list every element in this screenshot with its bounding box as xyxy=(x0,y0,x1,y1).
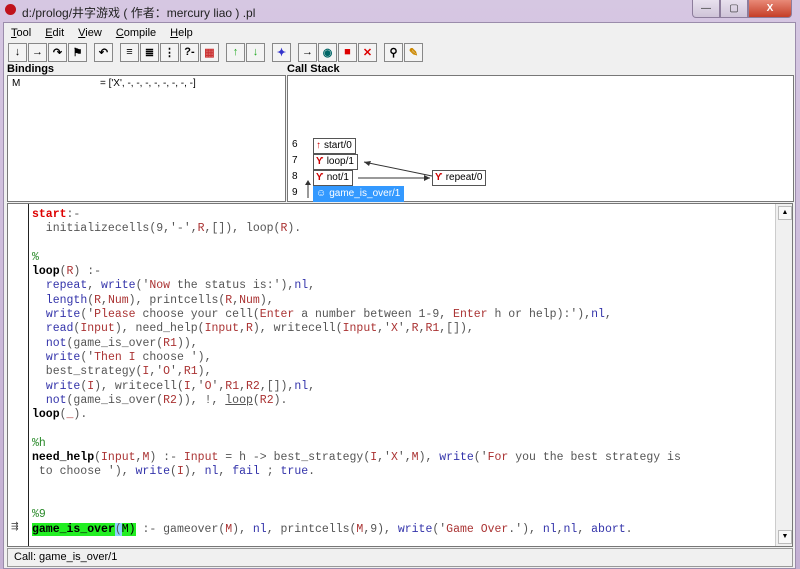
bindings-label: Bindings xyxy=(7,63,55,75)
binding-value: = ['X', -, -, -, -, -, -, -, -] xyxy=(100,78,196,89)
code-line: write('Please choose your cell(Enter a n… xyxy=(45,308,612,322)
down-stack-button[interactable]: ↓ xyxy=(246,42,265,62)
skip-icon: → xyxy=(32,46,43,58)
arrow-repeat-to-loop xyxy=(363,161,433,177)
query-icon: ?- xyxy=(184,46,195,58)
stop-icon: ■ xyxy=(344,46,351,58)
up-stack-icon: ↑ xyxy=(232,46,239,58)
step-over-icon: ⋮ xyxy=(164,46,175,59)
callstack-pane[interactable]: 6 7 8 9 ↑ start/0 Ƴ loop/1 Ƴ not/1 ☺ gam… xyxy=(287,75,794,202)
retry-icon: ↶ xyxy=(98,46,109,59)
menu-bar: Tool Edit View Compile Help xyxy=(4,25,200,41)
code-line: initializecells(9,'-',R,[]), loop(R). xyxy=(32,222,302,236)
step-out-button[interactable]: ≣ xyxy=(140,42,159,62)
edit-icon: ✎ xyxy=(408,46,419,59)
step-in-button[interactable]: ≡ xyxy=(120,42,139,62)
code-line: repeat, write('Now the status is:'),nl, xyxy=(45,279,316,293)
spy-icon: ✦ xyxy=(276,46,287,59)
retry-button[interactable]: ↶ xyxy=(94,42,113,62)
toolbar: ↓ → ↷ ⚑ ↶ ≡ ≣ ⋮ ?- ▦ ↑ ↓ ✦ → ◉ ■ ✕ ⚲ ✎ xyxy=(8,42,424,62)
editor-gutter: ⇶ xyxy=(8,204,29,546)
code-line: not(game_is_over(R2)), !, loop(R2). xyxy=(45,393,288,407)
code-line: loop(R) :- xyxy=(32,265,102,279)
code-line: %9 xyxy=(32,508,46,522)
edit-button[interactable]: ✎ xyxy=(404,42,423,62)
step-in-icon: ≡ xyxy=(126,46,133,58)
down-stack-icon: ↓ xyxy=(252,46,259,58)
callstack-label: Call Stack xyxy=(287,63,340,75)
code-line: start:- xyxy=(32,208,81,221)
nodebug-button[interactable]: ✕ xyxy=(358,42,377,62)
step-over-button[interactable]: ⋮ xyxy=(160,42,179,62)
nodebug-icon: ✕ xyxy=(362,46,373,59)
client-area: Tool Edit View Compile Help ↓ → ↷ ⚑ ↶ ≡ ≣ ⋮ ?- ▦ ↑ ↓ ✦ → ◉… xyxy=(3,22,796,569)
skip-button[interactable]: → xyxy=(28,42,47,62)
debugger-window: d:/prolog/井字游戏 ( 作者：mercury liao ) .pl —… xyxy=(0,0,800,569)
code-line: game_is_over(M) :- gameover(M), nl, prin… xyxy=(32,522,633,536)
code-line: %h xyxy=(32,436,46,450)
code-line: need_help(Input,M) :- Input = h -> best_… xyxy=(32,451,681,465)
code-line: write('Then I choose '), xyxy=(45,350,212,364)
up-stack-button[interactable]: ↑ xyxy=(226,42,245,62)
window-title: d:/prolog/井字游戏 ( 作者：mercury liao ) .pl xyxy=(22,6,256,20)
code-line: % xyxy=(32,250,39,264)
abort-frame-icon: ▦ xyxy=(204,46,215,59)
callstack-arrows xyxy=(305,161,433,198)
zoom-button[interactable]: ⚲ xyxy=(384,42,403,62)
bindings-pane[interactable]: M = ['X', -, -, -, -, -, -, -, -] xyxy=(7,75,286,202)
editor-vertical-scrollbar[interactable]: ▲ ▼ xyxy=(775,204,792,546)
menu-compile[interactable]: Compile xyxy=(109,25,163,41)
minimize-button[interactable]: — xyxy=(692,0,720,18)
source-code[interactable]: start:- initializecells(9,'-',R,[]), loo… xyxy=(32,208,681,537)
status-bar: Call: game_is_over/1 xyxy=(7,548,793,567)
zoom-icon: ⚲ xyxy=(389,46,398,59)
menu-help[interactable]: Help xyxy=(163,25,200,41)
scroll-up-arrow[interactable]: ▲ xyxy=(778,206,792,220)
query-button[interactable]: ?- xyxy=(180,42,199,62)
code-line: not(game_is_over(R1)), xyxy=(45,336,198,350)
break-button[interactable]: → xyxy=(298,42,317,62)
code-line: best_strategy(I,'O',R1), xyxy=(32,365,212,379)
creep-icon: ↓ xyxy=(14,46,21,58)
stop-button[interactable]: ■ xyxy=(338,42,357,62)
status-text: Call: game_is_over/1 xyxy=(14,551,118,563)
code-line: loop(_). xyxy=(32,408,88,422)
abort-frame-button[interactable]: ▦ xyxy=(200,42,219,62)
current-line-marker-icon: ⇶ xyxy=(11,521,19,531)
leap-icon: ↷ xyxy=(52,46,63,59)
finish-icon: ⚑ xyxy=(72,46,83,59)
leap-button[interactable]: ↷ xyxy=(48,42,67,62)
menu-view[interactable]: View xyxy=(71,25,109,41)
break-icon: → xyxy=(302,46,313,58)
title-bar[interactable]: d:/prolog/井字游戏 ( 作者：mercury liao ) .pl —… xyxy=(0,0,800,22)
close-button[interactable]: X xyxy=(748,0,792,18)
binding-variable: M xyxy=(12,78,21,89)
spy-button[interactable]: ✦ xyxy=(272,42,291,62)
detective-icon: ◉ xyxy=(322,46,333,59)
creep-button[interactable]: ↓ xyxy=(8,42,27,62)
finish-button[interactable]: ⚑ xyxy=(68,42,87,62)
detective-button[interactable]: ◉ xyxy=(318,42,337,62)
maximize-button[interactable]: ▢ xyxy=(720,0,748,18)
scroll-down-arrow[interactable]: ▼ xyxy=(778,530,792,544)
code-line: to choose '), write(I), nl, fail ; true. xyxy=(32,465,316,479)
code-line: read(Input), need_help(Input,R), writece… xyxy=(45,322,474,336)
step-out-icon: ≣ xyxy=(144,46,155,59)
source-editor[interactable]: ⇶ start:- initializecells(9,'-',R,[]), l… xyxy=(7,203,793,547)
code-line: length(R,Num), printcells(R,Num), xyxy=(45,293,274,307)
arrow-head xyxy=(305,180,311,185)
menu-edit[interactable]: Edit xyxy=(38,25,71,41)
menu-tool[interactable]: Tool xyxy=(4,25,38,41)
swi-prolog-app-icon xyxy=(5,4,16,15)
code-line: write(I), writecell(I,'O',R1,R2,[]),nl, xyxy=(45,379,316,393)
